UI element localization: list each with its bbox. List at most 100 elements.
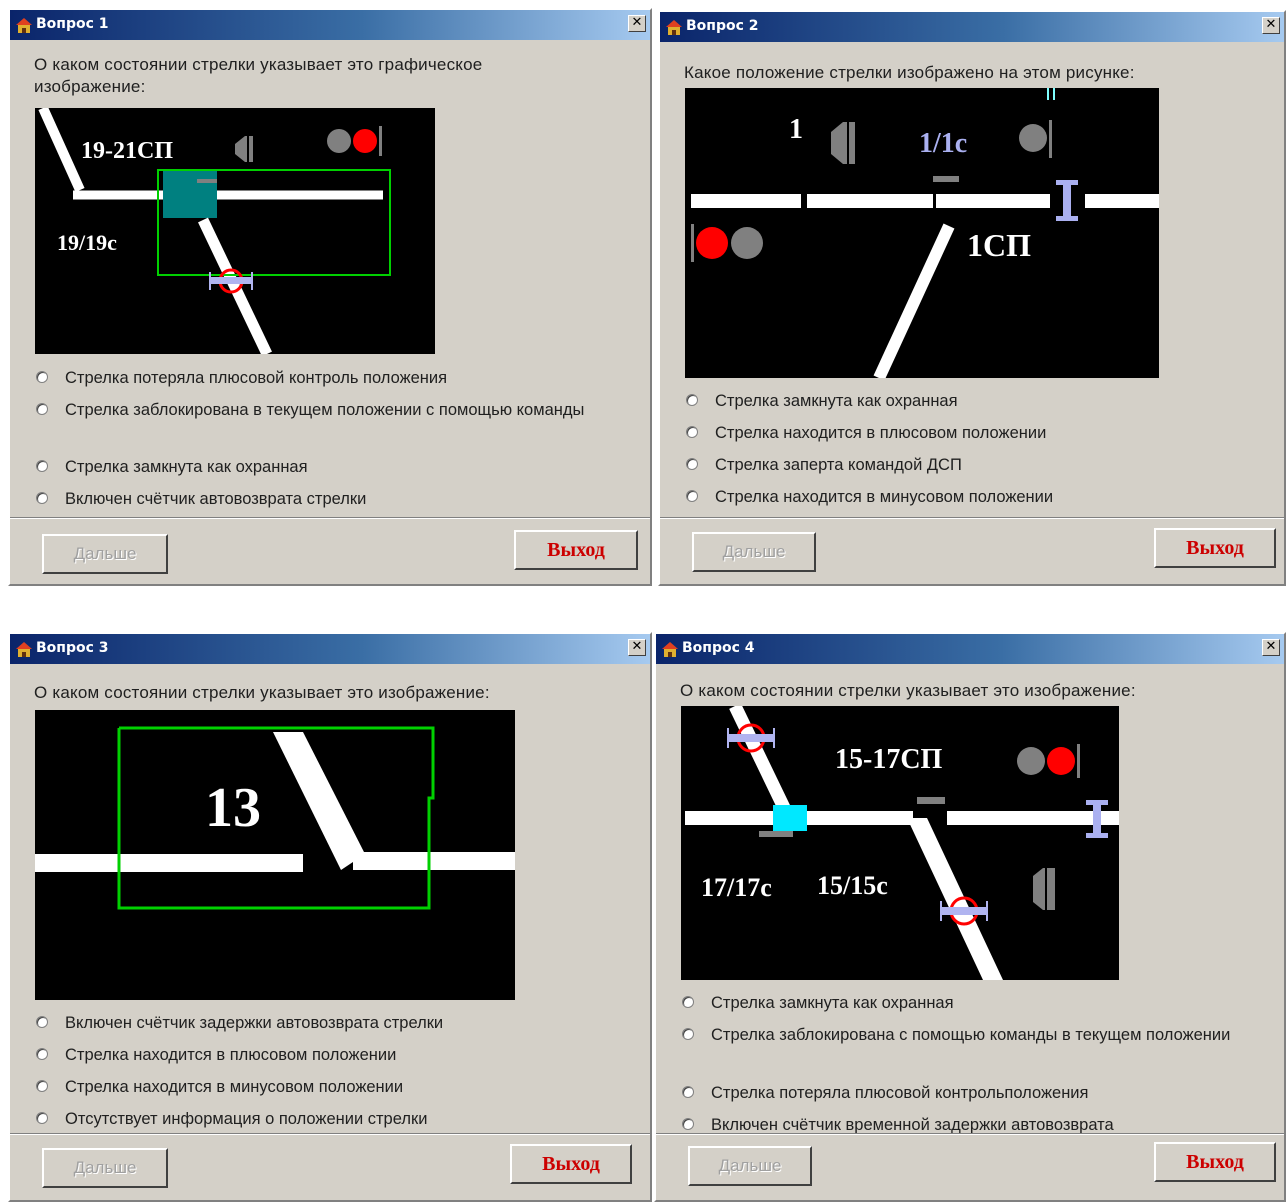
button-bar: Дальше Выход <box>656 1133 1284 1200</box>
answer-option[interactable]: Стрелка замкнута как охранная <box>686 390 1266 412</box>
switch-highlight <box>773 805 807 831</box>
answer-option[interactable]: Стрелка заблокирована с помощью команды … <box>682 1024 1262 1046</box>
answer-option[interactable]: Включен счётчик задержки автовозврата ст… <box>36 1012 636 1034</box>
question-window-4: Вопрос 4 ✕ О каком состоянии стрелки ука… <box>654 632 1286 1202</box>
exit-button[interactable]: Выход <box>510 1144 632 1184</box>
selection-frame <box>117 726 435 910</box>
house-icon <box>666 20 682 35</box>
window-title: Вопрос 4 <box>682 640 755 656</box>
radio-button[interactable] <box>686 458 698 470</box>
radio-button[interactable] <box>682 1028 694 1040</box>
close-button[interactable]: ✕ <box>1262 639 1280 656</box>
question-text: Какое положение стрелки изображено на эт… <box>684 63 1135 82</box>
track-segment <box>353 852 515 870</box>
answer-option[interactable]: Отсутствует информация о положении стрел… <box>36 1108 636 1130</box>
radio-button[interactable] <box>686 394 698 406</box>
section-label: 1СП <box>967 227 1031 263</box>
button-bar: Дальше Выход <box>660 517 1284 584</box>
answer-option[interactable]: Стрелка находится в минусовом положении <box>686 486 1266 508</box>
switch-label: 1/1с <box>919 128 967 159</box>
track-diagram-svg: 1 1/1с 1СП <box>691 88 1159 378</box>
answer-option[interactable]: Стрелка замкнута как охранная <box>682 992 1262 1014</box>
close-button[interactable]: ✕ <box>1262 17 1280 34</box>
exit-button[interactable]: Выход <box>514 530 638 570</box>
switch-label: 13 <box>205 777 261 839</box>
track-diagram-svg: 19-21СП 19/19с <box>38 108 391 354</box>
next-button[interactable]: Дальше <box>692 532 816 572</box>
title-bar[interactable]: Вопрос 2 ✕ <box>660 12 1284 42</box>
track-segment <box>691 194 801 208</box>
track-segment <box>807 194 933 208</box>
radio-button[interactable] <box>36 492 48 504</box>
signal-label: 1 <box>789 114 803 145</box>
radio-button[interactable] <box>686 426 698 438</box>
track-diagram: 19-21СП 19/19с <box>35 108 435 354</box>
answer-option[interactable]: Стрелка находится в плюсовом положении <box>686 422 1266 444</box>
radio-button[interactable] <box>682 996 694 1008</box>
window-title: Вопрос 1 <box>36 16 109 32</box>
question-text: О каком состоянии стрелки указывает это … <box>34 55 483 96</box>
track-diagram: 15-17СП 17/17с 15/15с <box>681 706 1119 980</box>
answer-option[interactable]: Стрелка потеряла плюсовой контроль полож… <box>36 367 636 389</box>
track-segment <box>936 194 1050 208</box>
house-icon <box>16 18 32 33</box>
shunt-signal-icon <box>235 136 253 162</box>
question-window-1: Вопрос 1 ✕ О каком состоянии стрелки ука… <box>8 8 652 586</box>
switch-highlight <box>163 170 217 218</box>
exit-button[interactable]: Выход <box>1154 528 1276 568</box>
track-diagonal <box>38 108 85 193</box>
title-bar[interactable]: Вопрос 1 ✕ <box>10 10 650 40</box>
radio-button[interactable] <box>36 371 48 383</box>
exit-button[interactable]: Выход <box>1154 1142 1276 1182</box>
signal-lamps-icon <box>327 126 382 156</box>
radio-button[interactable] <box>36 403 48 415</box>
track-branch <box>873 223 955 378</box>
section-label: 19-21СП <box>81 138 173 164</box>
close-icon: ✕ <box>631 639 643 654</box>
radio-button[interactable] <box>682 1086 694 1098</box>
question-window-3: Вопрос 3 ✕ О каком состоянии стрелки ука… <box>8 632 652 1202</box>
answer-option[interactable]: Стрелка замкнута как охранная <box>36 456 636 478</box>
switch-marker <box>933 176 959 182</box>
switch-label-a: 17/17с <box>701 873 772 902</box>
answer-option[interactable]: Стрелка находится в плюсовом положении <box>36 1044 636 1066</box>
track-diagonal <box>729 706 795 821</box>
track-tick <box>1053 88 1055 100</box>
track-segment <box>1085 194 1159 208</box>
question-text: О каком состоянии стрелки указывает это … <box>680 681 1136 700</box>
next-button[interactable]: Дальше <box>688 1146 812 1186</box>
radio-button[interactable] <box>36 1112 48 1124</box>
signal-lamps-icon <box>1017 744 1080 778</box>
question-text: О каком состоянии стрелки указывает это … <box>34 683 490 702</box>
track-branch <box>198 217 272 354</box>
switch-label: 19/19с <box>57 230 117 255</box>
signal-lamp-icon <box>1019 120 1052 158</box>
close-button[interactable]: ✕ <box>628 639 646 656</box>
question-window-2: Вопрос 2 ✕ Какое положение стрелки изобр… <box>658 10 1286 586</box>
answer-option[interactable]: Стрелка находится в минусовом положении <box>36 1076 636 1098</box>
track-diagram-svg: 13 <box>35 726 515 910</box>
radio-button[interactable] <box>686 490 698 502</box>
title-bar[interactable]: Вопрос 3 ✕ <box>10 634 650 664</box>
radio-button[interactable] <box>36 1016 48 1028</box>
switch-marker <box>759 831 793 837</box>
answer-option[interactable]: Стрелка потеряла плюсовой контрольположе… <box>682 1082 1262 1104</box>
title-bar[interactable]: Вопрос 4 ✕ <box>656 634 1284 664</box>
track-diagram: 1 1/1с 1СП <box>685 88 1159 378</box>
radio-button[interactable] <box>36 1048 48 1060</box>
radio-button[interactable] <box>682 1118 694 1130</box>
radio-button[interactable] <box>36 460 48 472</box>
button-bar: Дальше Выход <box>10 517 650 584</box>
answer-option[interactable]: Стрелка заперта командой ДСП <box>686 454 1266 476</box>
switch-label-b: 15/15с <box>817 871 888 900</box>
track-branch <box>907 818 1003 980</box>
next-button[interactable]: Дальше <box>42 534 168 574</box>
answer-option[interactable]: Стрелка заблокирована в текущем положени… <box>36 399 636 421</box>
radio-button[interactable] <box>36 1080 48 1092</box>
answer-option[interactable]: Включен счётчик автовозврата стрелки <box>36 488 636 510</box>
next-button[interactable]: Дальше <box>42 1148 168 1188</box>
track-diagram-svg: 15-17СП 17/17с 15/15с <box>685 706 1119 980</box>
track-diagram: 13 <box>35 710 515 1000</box>
window-title: Вопрос 3 <box>36 640 109 656</box>
close-button[interactable]: ✕ <box>628 15 646 32</box>
